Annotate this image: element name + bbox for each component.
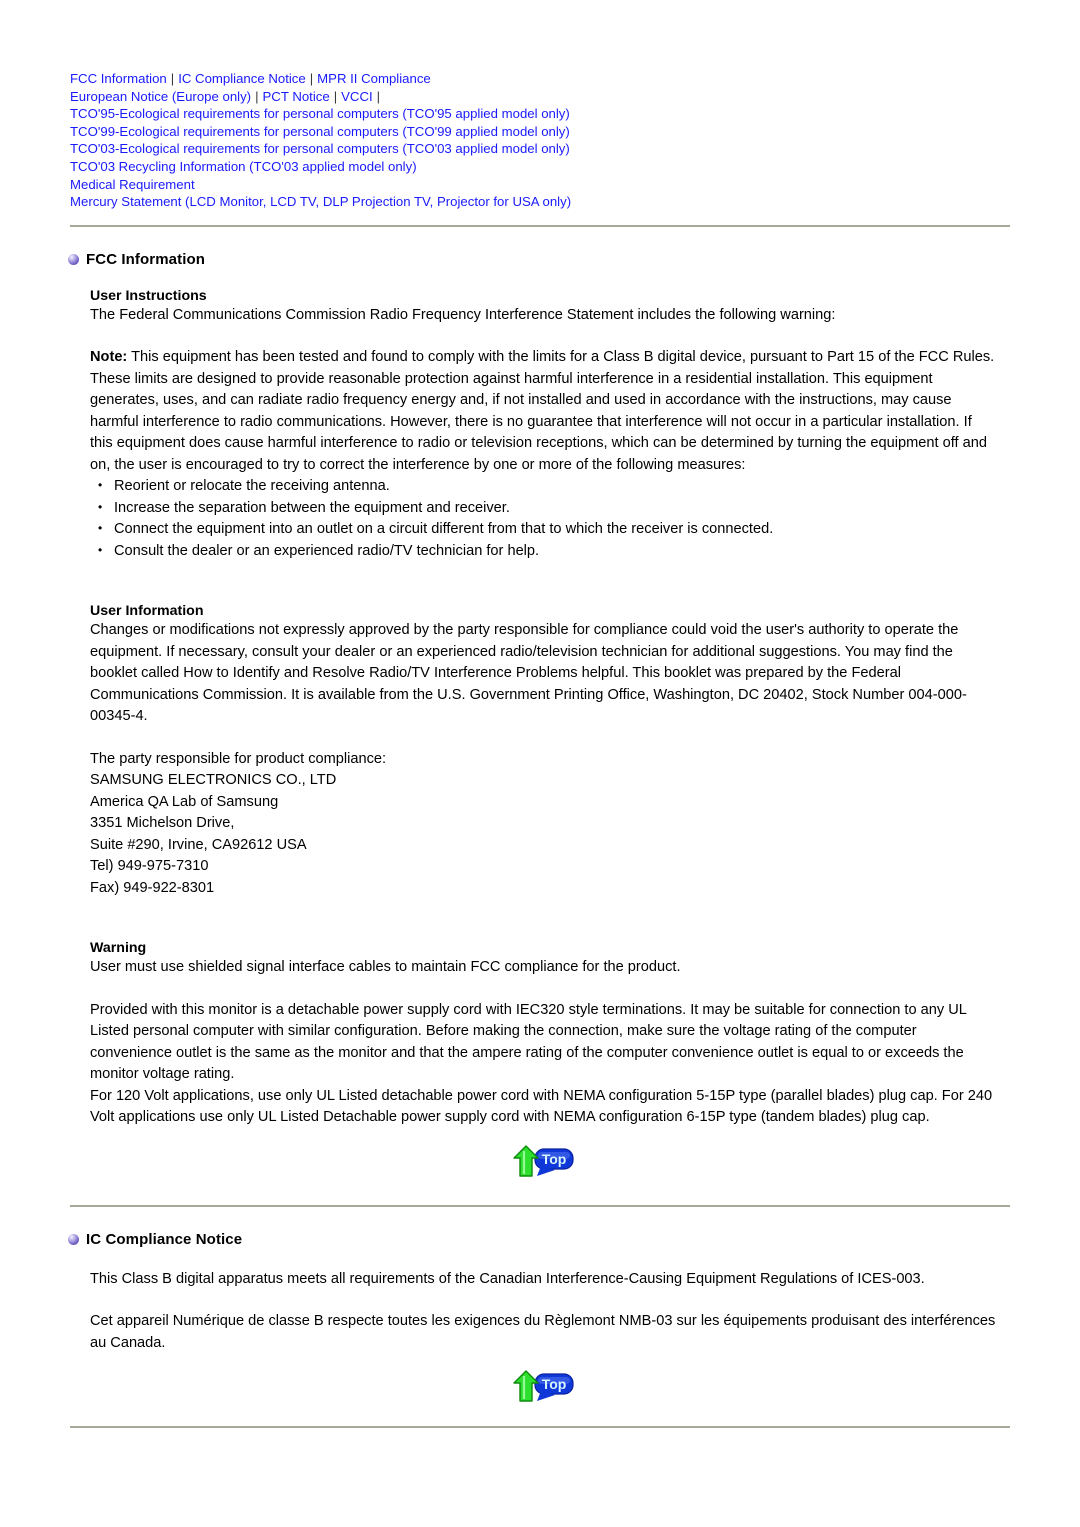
nav-separator: | — [376, 88, 381, 104]
nav-link-european-notice[interactable]: European Notice (Europe only) — [70, 89, 251, 104]
nav-row: TCO'95-Ecological requirements for perso… — [70, 105, 1010, 123]
note-body: This equipment has been tested and found… — [90, 349, 995, 473]
nav-separator: | — [309, 71, 314, 86]
nav-link-tco99[interactable]: TCO'99-Ecological requirements for perso… — [70, 124, 570, 139]
section-divider — [70, 1426, 1010, 1429]
warning-body-3: For 120 Volt applications, use only UL L… — [90, 1087, 993, 1126]
top-button-row-fcc: Top — [90, 1143, 998, 1183]
section-heading-fcc-information: FCC Information — [68, 251, 1080, 268]
warning-body-2: Provided with this monitor is a detachab… — [90, 1001, 967, 1083]
nav-row: TCO'99-Ecological requirements for perso… — [70, 123, 1010, 141]
measure-text: Increase the separation between the equi… — [114, 499, 510, 516]
nav-link-medical-requirement[interactable]: Medical Requirement — [70, 177, 195, 192]
nav-link-pct-notice[interactable]: PCT Notice — [263, 89, 330, 104]
ic-body-french: Cet appareil Numérique de classe B respe… — [90, 1313, 996, 1351]
measures-list: Reorient or relocate the receiving anten… — [90, 475, 998, 563]
nav-link-tco03[interactable]: TCO'03-Ecological requirements for perso… — [70, 141, 570, 156]
nav-link-mpr-ii-compliance[interactable]: MPR II Compliance — [317, 71, 431, 86]
measure-text: Connect the equipment into an outlet on … — [114, 521, 774, 538]
nav-link-vcci[interactable]: VCCI — [341, 89, 373, 104]
responsible-party-address: SAMSUNG ELECTRONICS CO., LTD America QA … — [90, 770, 998, 899]
subheading-warning: Warning — [90, 940, 147, 957]
top-button-label: Top — [542, 1376, 567, 1392]
nav-separator: | — [170, 71, 175, 86]
back-to-top-icon: Top — [513, 1145, 574, 1177]
nav-link-tco03-recycling[interactable]: TCO'03 Recycling Information (TCO'03 app… — [70, 159, 417, 174]
responsible-party-intro: The party responsible for product compli… — [90, 750, 387, 767]
subheading-user-information: User Information — [90, 603, 204, 620]
nav-row: European Notice (Europe only) | PCT Notice… — [70, 88, 1010, 106]
nav-row: TCO'03 Recycling Information (TCO'03 app… — [70, 158, 1010, 176]
nav-link-tco95[interactable]: TCO'95-Ecological requirements for perso… — [70, 106, 570, 121]
nav-separator: | — [333, 88, 338, 104]
user-instructions-intro: The Federal Communications Commission Ra… — [90, 306, 836, 323]
compliance-links-nav: FCC Information | IC Compliance Notice | MPR… — [0, 70, 1080, 211]
measure-text: Consult the dealer or an experienced rad… — [114, 542, 540, 559]
section-divider — [70, 1204, 1010, 1207]
ic-body-english: This Class B digital apparatus meets all… — [90, 1270, 925, 1287]
nav-link-mercury-statement[interactable]: Mercury Statement (LCD Monitor, LCD TV, … — [70, 194, 571, 209]
list-item: Reorient or relocate the receiving anten… — [90, 475, 998, 498]
fcc-note-paragraph: Note: This equipment has been tested and… — [90, 347, 998, 476]
subheading-user-instructions: User Instructions — [90, 287, 207, 304]
nav-separator: | — [255, 88, 259, 104]
document-page: FCC Information | IC Compliance Notice | MPR… — [0, 0, 1080, 1527]
ic-body: This Class B digital apparatus meets all… — [90, 1248, 998, 1409]
nav-row: Mercury Statement (LCD Monitor, LCD TV, … — [70, 193, 1010, 211]
address-line: 3351 Michelson Drive, — [90, 815, 235, 832]
nav-link-ic-compliance-notice[interactable]: IC Compliance Notice — [178, 71, 306, 86]
sphere-bullet-icon — [68, 1233, 79, 1245]
nav-link-fcc-information[interactable]: FCC Information — [70, 71, 167, 86]
user-information-body: Changes or modifications not expressly a… — [90, 622, 967, 725]
address-line: Suite #290, Irvine, CA92612 USA — [90, 836, 307, 853]
list-item: Connect the equipment into an outlet on … — [90, 518, 998, 541]
top-button-label: Top — [542, 1151, 567, 1167]
back-to-top-button[interactable]: Top — [511, 1143, 577, 1183]
list-item: Consult the dealer or an experienced rad… — [90, 540, 998, 563]
note-label: Note: — [90, 349, 128, 366]
nav-row: FCC Information | IC Compliance Notice | MPR… — [70, 70, 1010, 88]
section-heading-ic-compliance-notice: IC Compliance Notice — [68, 1231, 1080, 1248]
address-line: America QA Lab of Samsung — [90, 793, 279, 810]
back-to-top-icon: Top — [513, 1370, 574, 1402]
fcc-body: User Instructions The Federal Communicat… — [90, 288, 998, 1183]
warning-body: User must use shielded signal interface … — [90, 959, 681, 976]
sphere-bullet-icon — [68, 253, 79, 265]
address-line-tel: Tel) 949-975-7310 — [90, 858, 209, 875]
nav-row: TCO'03-Ecological requirements for perso… — [70, 140, 1010, 158]
section-heading-label: IC Compliance Notice — [86, 1230, 243, 1248]
top-button-row-ic: Top — [90, 1368, 998, 1408]
section-divider — [70, 224, 1010, 227]
back-to-top-button[interactable]: Top — [511, 1368, 577, 1408]
address-line: SAMSUNG ELECTRONICS CO., LTD — [90, 772, 337, 789]
address-line-fax: Fax) 949-922-8301 — [90, 879, 215, 896]
list-item: Increase the separation between the equi… — [90, 497, 998, 520]
nav-row: Medical Requirement — [70, 176, 1010, 194]
section-heading-label: FCC Information — [86, 250, 205, 268]
measure-text: Reorient or relocate the receiving anten… — [114, 478, 390, 495]
